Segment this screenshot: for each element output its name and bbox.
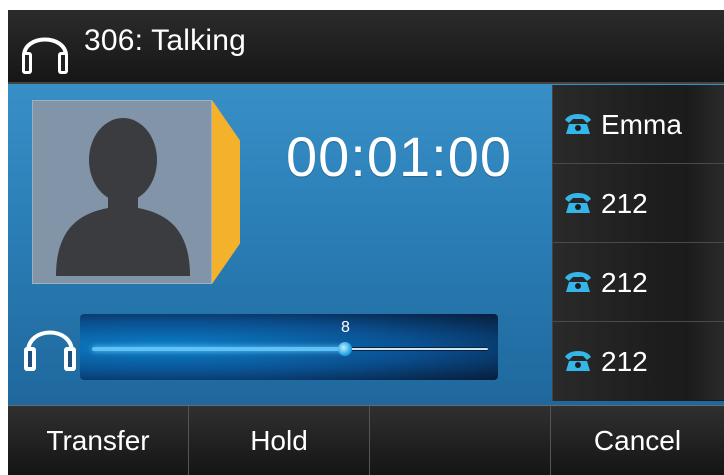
line-keys: Emma 212 212 212 — [552, 85, 724, 401]
phone-icon — [565, 272, 591, 292]
call-status-title: 306: Talking — [84, 24, 246, 57]
person-silhouette-icon — [56, 118, 190, 276]
line-key-3[interactable]: 212 — [553, 243, 724, 322]
volume-knob[interactable] — [338, 342, 353, 356]
line-key-4[interactable]: 212 — [553, 322, 724, 400]
hold-button[interactable]: Hold — [189, 406, 370, 475]
line-key-1[interactable]: Emma — [553, 85, 724, 164]
empty-softkey[interactable] — [370, 406, 551, 475]
contact-avatar — [32, 100, 242, 284]
line-key-gloss — [687, 243, 724, 321]
call-timer: 00:01:00 — [286, 125, 512, 188]
line-key-gloss — [687, 164, 724, 242]
line-key-label: 212 — [601, 267, 648, 298]
phone-screen: 306: Talking 00:01:00 8 Emma 212 212 212… — [8, 10, 724, 475]
cancel-button[interactable]: Cancel — [551, 406, 724, 475]
volume-slider[interactable]: 8 — [80, 314, 498, 380]
phone-icon — [565, 351, 591, 371]
status-bar: 306: Talking — [8, 10, 724, 84]
phone-icon — [565, 193, 591, 213]
line-key-gloss — [687, 85, 724, 163]
line-key-label: 212 — [601, 346, 648, 377]
transfer-button[interactable]: Transfer — [8, 406, 189, 475]
headset-volume-icon — [24, 330, 76, 371]
line-key-label: Emma — [601, 109, 682, 140]
line-key-label: 212 — [601, 188, 648, 219]
line-key-gloss — [687, 322, 724, 400]
phone-icon — [565, 114, 591, 134]
avatar-accent-tab — [212, 100, 240, 284]
volume-fill — [92, 347, 346, 351]
volume-track-rest — [345, 348, 488, 350]
headset-icon — [22, 37, 68, 74]
line-key-2[interactable]: 212 — [553, 164, 724, 243]
softkey-bar: Transfer Hold Cancel — [8, 405, 724, 475]
volume-level-label: 8 — [340, 319, 350, 336]
